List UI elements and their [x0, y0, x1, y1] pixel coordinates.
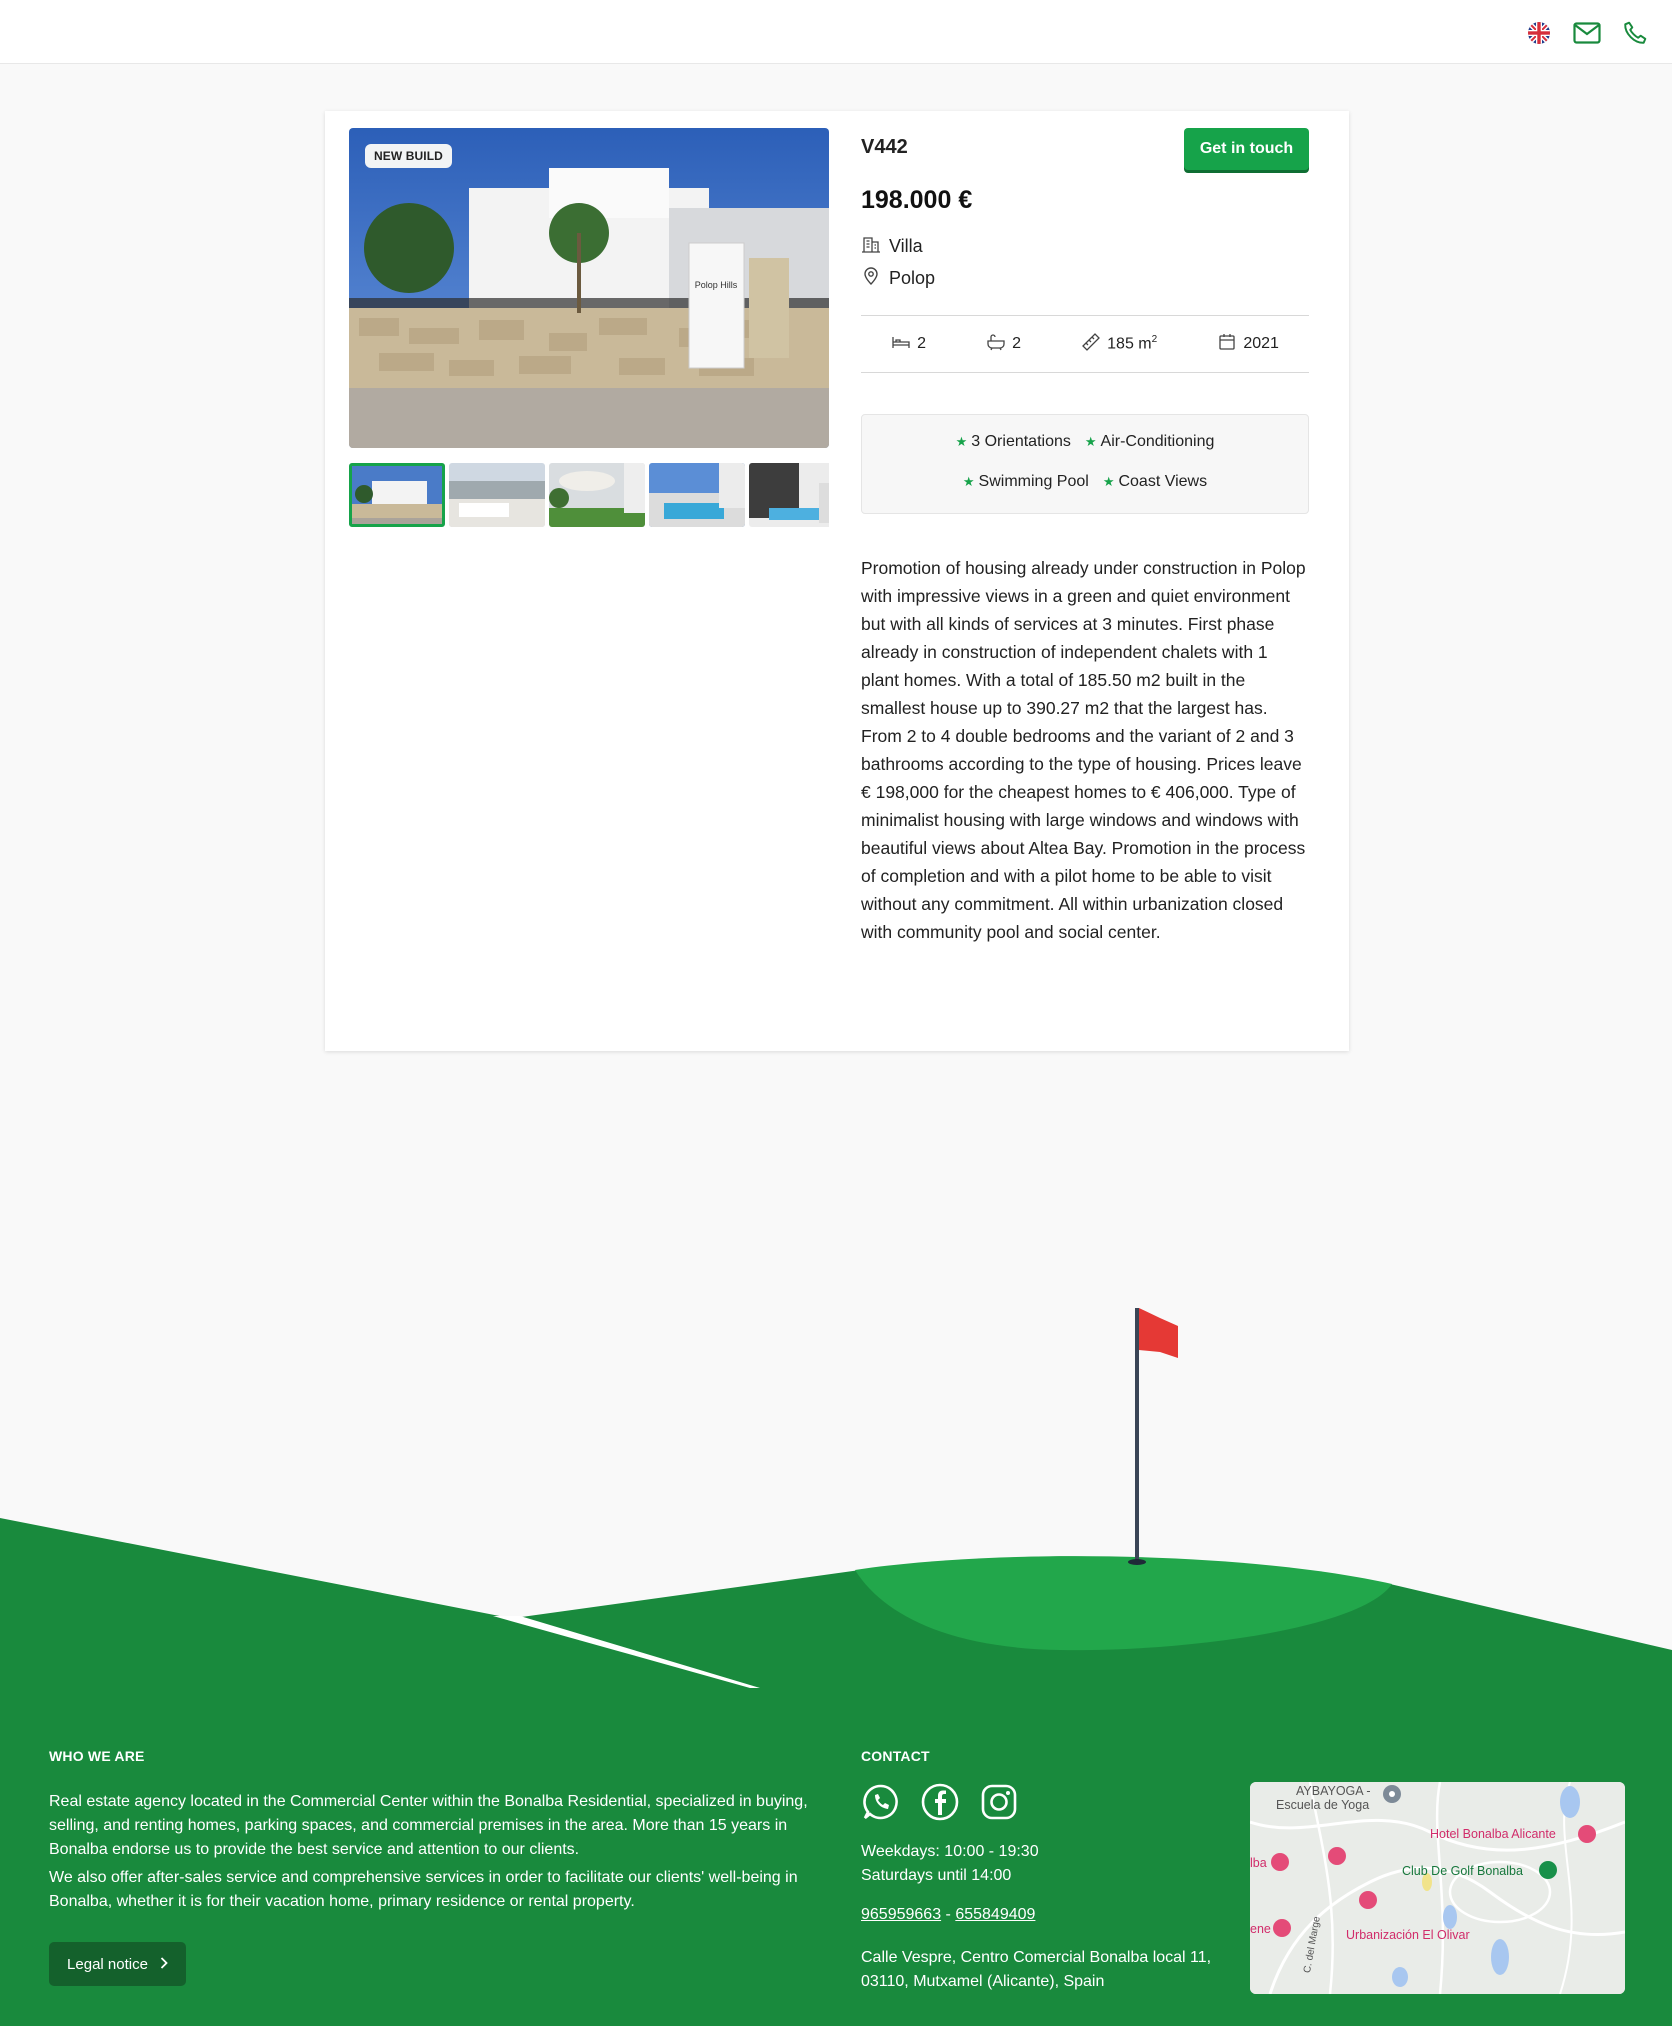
property-type: Villa [861, 234, 923, 259]
address-line-2: 03110, Mutxamel (Alicante), Spain [861, 1973, 1105, 1990]
facebook-icon[interactable] [920, 1782, 960, 1822]
main-photo[interactable]: Polop Hills NEW BUILD [349, 128, 829, 448]
property-location: Polop [861, 266, 935, 291]
address-line-1: Calle Vespre, Centro Comercial Bonalba l… [861, 1949, 1212, 1966]
thumbnail-1[interactable] [349, 463, 445, 527]
phone-numbers: 965959663 - 655849409 [861, 1906, 1035, 1924]
features-row-2: ★ Swimming Pool ★ Coast Views [862, 473, 1308, 491]
star-icon: ★ [1084, 434, 1097, 449]
get-in-touch-button[interactable]: Get in touch [1184, 128, 1309, 170]
opening-hours: Weekdays: 10:00 - 19:30 Saturdays until … [861, 1840, 1039, 1888]
golf-scene-illustration [0, 1290, 1672, 1710]
property-price: 198.000 € [861, 186, 973, 214]
feature-item: ★ Air-Conditioning [1084, 433, 1215, 450]
area-stat: 185 m2 [1081, 332, 1157, 357]
phone-link-2[interactable]: 655849409 [955, 1906, 1035, 1923]
map-label-left-1: lba [1250, 1856, 1267, 1870]
location-map[interactable]: AYBAYOGA - Escuela de Yoga Hotel Bonalba… [1250, 1782, 1625, 1994]
property-reference: V442 [861, 136, 908, 158]
features-row-1: ★ 3 Orientations ★ Air-Conditioning [862, 433, 1308, 451]
map-label-hotel: Hotel Bonalba Alicante [1430, 1827, 1556, 1841]
who-we-are-heading: WHO WE ARE [49, 1748, 145, 1764]
after-sales-text: We also offer after-sales service and co… [49, 1869, 798, 1910]
thumbnail-5[interactable] [749, 463, 829, 527]
mail-icon[interactable] [1572, 18, 1602, 48]
star-icon: ★ [962, 474, 975, 489]
bedrooms-stat: 2 [891, 332, 926, 357]
feature-item: ★ Swimming Pool [962, 473, 1089, 490]
map-label-urbanizacion: Urbanización El Olivar [1346, 1928, 1470, 1942]
star-icon: ★ [955, 434, 968, 449]
contact-heading: CONTACT [861, 1748, 930, 1764]
thumbnail-2[interactable] [449, 463, 545, 527]
thumbnail-4[interactable] [649, 463, 745, 527]
bedrooms-value: 2 [917, 335, 926, 352]
property-type-label: Villa [889, 236, 923, 256]
header-icons [1524, 18, 1650, 48]
thumbnail-strip [349, 463, 829, 529]
property-card: Polop Hills NEW BUILD V442 Get in touch … [325, 111, 1349, 1051]
area-value: 185 m2 [1107, 334, 1158, 353]
phone-link-1[interactable]: 965959663 [861, 1906, 941, 1923]
calendar-icon [1217, 332, 1237, 357]
address: Calle Vespre, Centro Comercial Bonalba l… [861, 1946, 1241, 1994]
map-label-aybayoga: AYBAYOGA - [1296, 1784, 1371, 1798]
year-value: 2021 [1243, 335, 1279, 352]
building-icon [861, 234, 881, 259]
property-description: Promotion of housing already under const… [861, 558, 1306, 942]
bathrooms-value: 2 [1012, 335, 1022, 352]
year-stat: 2021 [1217, 332, 1279, 357]
ruler-icon [1081, 332, 1101, 357]
social-links [861, 1782, 1019, 1822]
top-bar [0, 0, 1672, 64]
map-label-escuela: Escuela de Yoga [1276, 1798, 1370, 1812]
feature-item: ★ Coast Views [1102, 473, 1208, 490]
legal-notice-label: Legal notice [67, 1955, 148, 1973]
features-box: ★ 3 Orientations ★ Air-Conditioning ★ Swimm… [861, 414, 1309, 514]
location-pin-icon [861, 266, 881, 291]
map-label-left-2: ene [1250, 1922, 1271, 1936]
property-location-label: Polop [889, 268, 936, 288]
thumbnail-3[interactable] [549, 463, 645, 527]
bed-icon [891, 332, 911, 357]
new-build-badge: NEW BUILD [365, 144, 452, 168]
footer: WHO WE ARE Real estate agency located in… [0, 1706, 1672, 2026]
legal-notice-button[interactable]: Legal notice [49, 1942, 186, 1986]
phone-icon[interactable] [1620, 18, 1650, 48]
star-icon: ★ [1102, 474, 1115, 489]
map-label-golf: Club De Golf Bonalba [1402, 1864, 1523, 1878]
chevron-right-icon [160, 1956, 168, 1973]
phone-separator: - [945, 1906, 951, 1923]
feature-item: ★ 3 Orientations [955, 433, 1071, 450]
bathrooms-stat: 2 [986, 332, 1021, 357]
whatsapp-icon[interactable] [861, 1782, 901, 1822]
weekdays-hours: Weekdays: 10:00 - 19:30 [861, 1843, 1039, 1860]
property-stats: 2 2 185 m2 2021 [861, 315, 1309, 373]
bathtub-icon [986, 332, 1006, 357]
uk-flag-icon[interactable] [1524, 18, 1554, 48]
who-we-are-text: Real estate agency located in the Commer… [49, 1793, 808, 1858]
saturday-hours: Saturdays until 14:00 [861, 1867, 1012, 1884]
svg-text:Polop Hills: Polop Hills [695, 280, 738, 290]
instagram-icon[interactable] [979, 1782, 1019, 1822]
